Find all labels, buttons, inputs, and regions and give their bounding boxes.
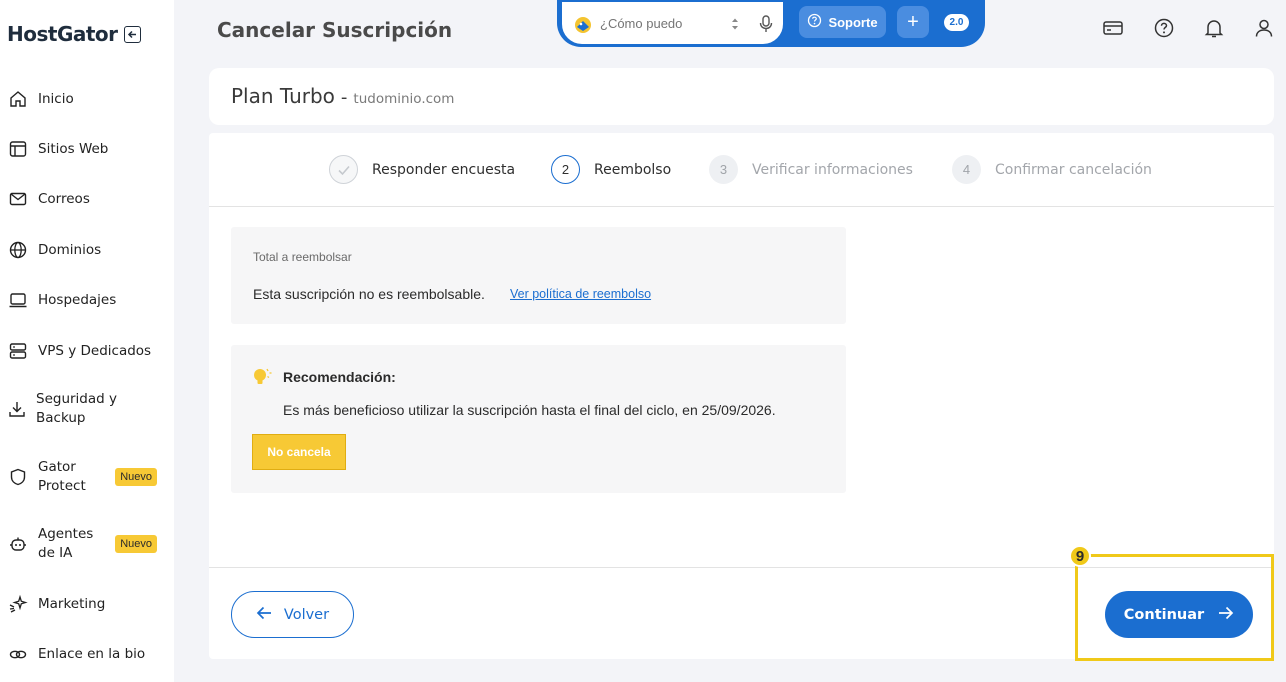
refund-panel: Total a reembolsar Esta suscripción no e…: [231, 227, 846, 324]
mail-icon: [7, 188, 29, 210]
sidebar-item-agentes-ia[interactable]: Agentes de IA Nuevo: [7, 525, 167, 563]
arrow-left-icon: [256, 606, 272, 624]
new-badge: Nuevo: [115, 535, 157, 553]
sidebar-item-hospedajes[interactable]: Hospedajes: [7, 289, 167, 311]
plan-header: Plan Turbo - tudominio.com: [209, 68, 1274, 125]
annotation-highlight: [1075, 554, 1274, 661]
sidebar-item-label: Hospedajes: [38, 291, 117, 308]
plus-icon: +: [907, 10, 919, 33]
sidebar-item-label: Gator Protect: [38, 459, 86, 494]
home-icon: [7, 88, 29, 110]
step-label: Reembolso: [594, 161, 672, 178]
step-number: 4: [952, 155, 981, 184]
sidebar-item-label: Seguridad y Backup: [36, 391, 117, 426]
step-number: 2: [551, 155, 580, 184]
sidebar-item-label: Dominios: [38, 241, 102, 258]
shield-icon: [7, 466, 29, 488]
sidebar-item-inicio[interactable]: Inicio: [7, 88, 167, 110]
add-button[interactable]: +: [897, 6, 929, 38]
refund-title: Total a reembolsar: [253, 250, 352, 264]
sidebar-item-enlace-bio[interactable]: Enlace en la bio: [7, 643, 167, 665]
billing-card-icon[interactable]: [1102, 17, 1124, 39]
sidebar-item-vps[interactable]: VPS y Dedicados: [7, 340, 167, 362]
search-box[interactable]: [560, 0, 785, 46]
sidebar-item-gator-protect[interactable]: Gator Protect Nuevo: [7, 458, 167, 496]
assistant-avatar-icon: [573, 15, 593, 40]
help-icon[interactable]: [1153, 17, 1175, 39]
microphone-icon[interactable]: [759, 14, 773, 39]
plan-domain: tudominio.com: [353, 91, 455, 107]
sidebar-item-sitios-web[interactable]: Sitios Web: [7, 138, 167, 160]
lightbulb-icon: [251, 366, 273, 388]
step-label: Responder encuesta: [372, 161, 516, 178]
help-circle-icon: [807, 13, 822, 31]
step-number: 3: [709, 155, 738, 184]
step-label: Verificar informaciones: [752, 161, 913, 178]
link-icon: [7, 643, 29, 665]
collapse-sidebar-icon[interactable]: [123, 25, 141, 43]
laptop-icon: [7, 289, 29, 311]
step-label: Confirmar cancelación: [995, 161, 1152, 178]
no-cancel-button[interactable]: No cancela: [252, 434, 346, 470]
support-label: Soporte: [828, 14, 878, 30]
stepper: Responder encuesta 2 Reembolso 3 Verific…: [209, 133, 1274, 207]
back-label: Volver: [283, 606, 330, 623]
browser-icon: [7, 138, 29, 160]
step-responder-encuesta: Responder encuesta: [329, 155, 515, 184]
step-confirmar: 4 Confirmar cancelación: [952, 155, 1152, 184]
sidebar-item-label: Marketing: [38, 595, 106, 612]
check-icon: [329, 155, 358, 184]
recommendation-text: Es más beneficioso utilizar la suscripci…: [283, 402, 776, 418]
globe-icon: [7, 239, 29, 261]
step-verificar: 3 Verificar informaciones: [709, 155, 913, 184]
plan-name: Plan Turbo: [231, 84, 335, 108]
plan-separator: -: [340, 87, 348, 108]
refund-status-text: Esta suscripción no es reembolsable.: [253, 286, 485, 302]
step-reembolso: 2 Reembolso: [551, 155, 671, 184]
page-title: Cancelar Suscripción: [217, 18, 453, 42]
version-badge[interactable]: 2.0: [944, 14, 969, 31]
sidebar-item-correos[interactable]: Correos: [7, 188, 167, 210]
sidebar-item-label: Inicio: [38, 90, 74, 107]
sidebar-item-label: Correos: [38, 190, 90, 207]
sidebar-item-label: Enlace en la bio: [38, 645, 146, 662]
sort-arrows-icon[interactable]: [730, 16, 740, 37]
recommendation-panel: Recomendación: Es más beneficioso utiliz…: [231, 345, 846, 493]
sidebar-item-marketing[interactable]: Marketing: [7, 593, 167, 615]
robot-icon: [7, 533, 29, 555]
bell-icon[interactable]: [1203, 17, 1225, 39]
download-icon: [7, 398, 27, 420]
sidebar-item-label: Agentes de IA: [38, 526, 94, 561]
refund-policy-link[interactable]: Ver política de reembolso: [510, 287, 651, 301]
user-icon[interactable]: [1253, 17, 1275, 39]
server-icon: [7, 340, 29, 362]
sidebar: HostGator Inicio Sitios Web Correos Domi…: [0, 0, 174, 682]
sidebar-item-dominios[interactable]: Dominios: [7, 239, 167, 261]
support-button[interactable]: Soporte: [799, 6, 886, 38]
sidebar-item-label: Sitios Web: [38, 140, 109, 157]
sidebar-item-seguridad[interactable]: Seguridad y Backup: [7, 390, 127, 428]
annotation-number: 9: [1069, 545, 1091, 567]
search-input[interactable]: [600, 15, 720, 31]
sparkle-icon: [7, 593, 29, 615]
recommendation-title: Recomendación:: [283, 369, 396, 385]
back-button[interactable]: Volver: [231, 591, 354, 638]
sidebar-item-label: VPS y Dedicados: [38, 342, 152, 359]
brand-logo[interactable]: HostGator: [7, 22, 141, 46]
new-badge: Nuevo: [115, 468, 157, 486]
brand-name: HostGator: [7, 22, 118, 46]
